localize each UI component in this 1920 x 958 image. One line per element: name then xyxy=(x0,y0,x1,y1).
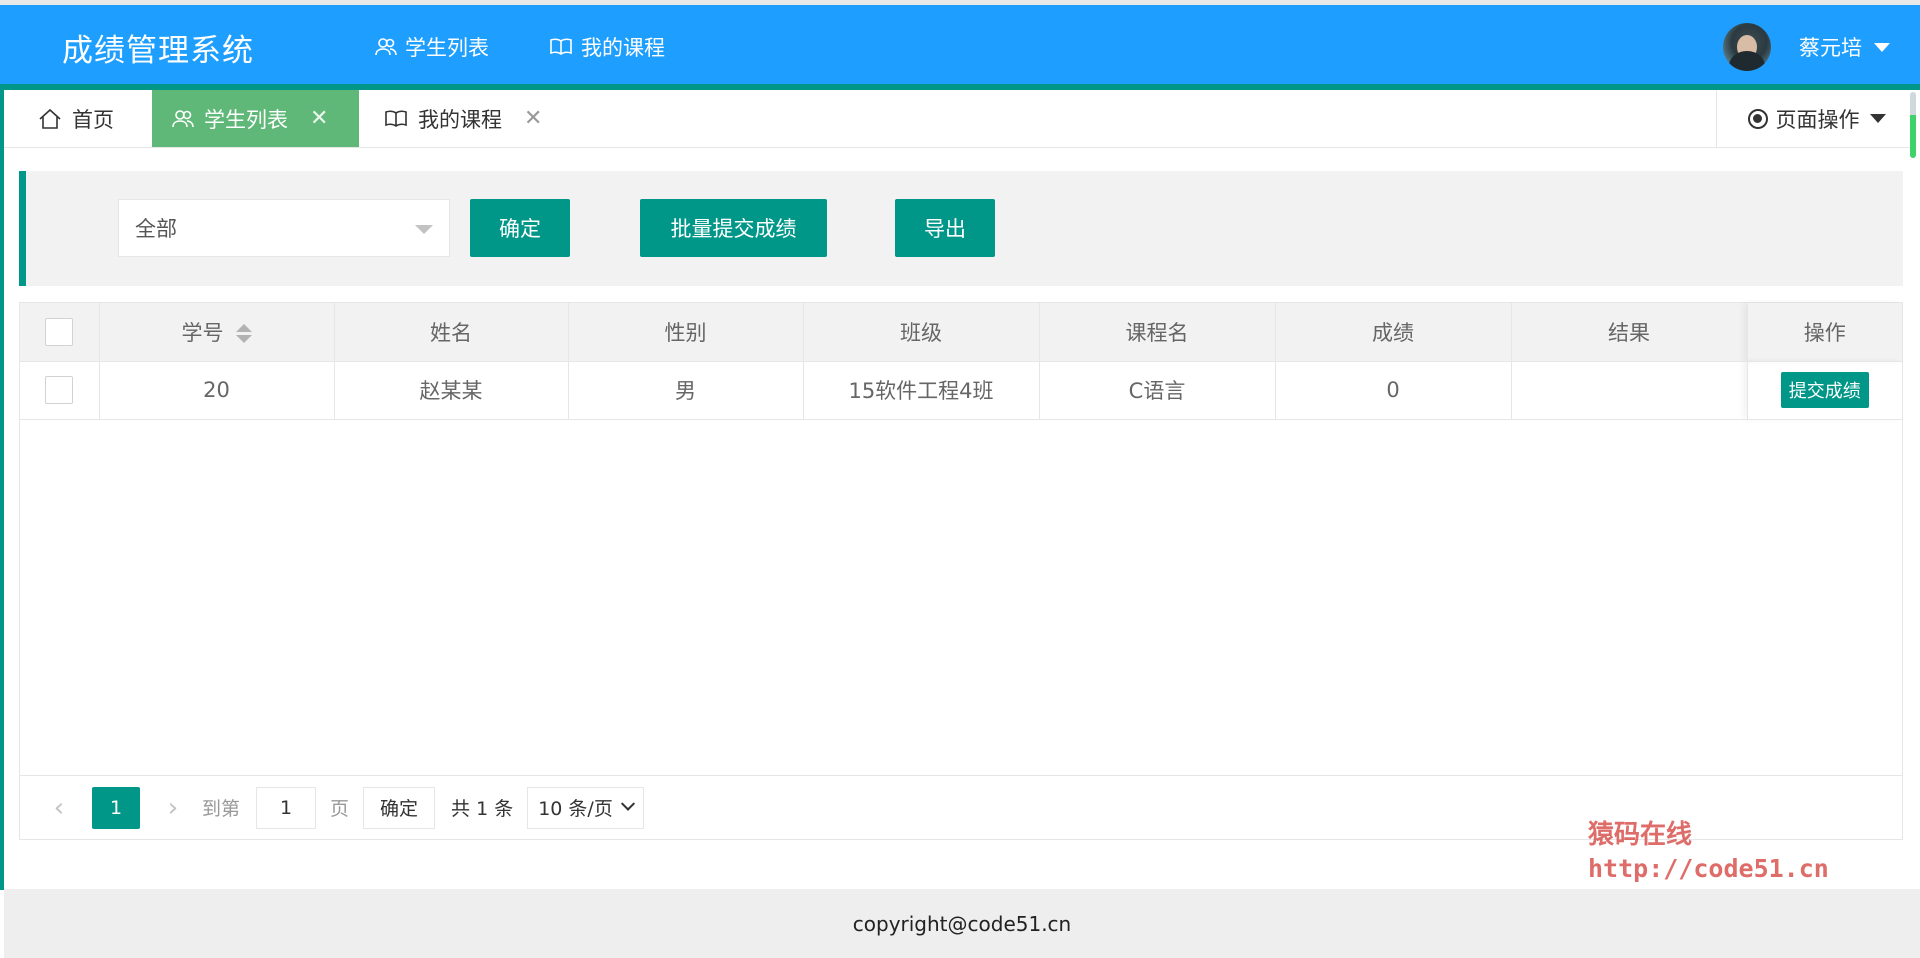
page-size-value: 10 条/页 xyxy=(538,798,613,820)
avatar[interactable] xyxy=(1723,23,1771,71)
page-current[interactable]: 1 xyxy=(92,786,140,829)
copyright-text: copyright@code51.cn xyxy=(852,911,1072,936)
app-logo: 成绩管理系统 xyxy=(62,33,254,69)
filter-toolbar: 全部 确定 批量提交成绩 导出 xyxy=(19,171,1903,286)
chevron-down-icon xyxy=(415,225,433,234)
table-header-row: 学号 姓名 性别 班级 课程名 成绩 结果 操作 xyxy=(20,303,1902,362)
tab-home[interactable]: 首页 xyxy=(18,90,154,147)
column-header-gender: 性别 xyxy=(568,303,804,362)
book-icon xyxy=(550,38,572,55)
caret-down-icon[interactable] xyxy=(1874,42,1890,52)
prev-page-icon[interactable]: ‹ xyxy=(44,793,74,823)
user-menu[interactable]: 蔡元培 xyxy=(1723,5,1890,89)
left-accent-bar xyxy=(0,90,4,890)
nav-item-my-courses[interactable]: 我的课程 xyxy=(519,5,695,89)
column-header-action: 操作 xyxy=(1747,303,1902,362)
header-checkbox-cell xyxy=(20,303,100,362)
column-header-class: 班级 xyxy=(803,303,1040,362)
filter-select[interactable]: 全部 xyxy=(118,199,450,257)
export-button[interactable]: 导出 xyxy=(895,199,995,257)
row-checkbox[interactable] xyxy=(45,376,74,404)
watermark-url: http://code51.cn xyxy=(1588,854,1829,883)
tab-bar: 首页 学生列表 ✕ 我的课程 ✕ 页面操作 xyxy=(4,90,1916,148)
column-header-label: 学号 xyxy=(181,320,224,345)
filter-select-value: 全部 xyxy=(135,217,177,241)
target-icon xyxy=(1747,108,1768,129)
scrollbar[interactable] xyxy=(1910,92,1916,158)
batch-submit-button[interactable]: 批量提交成绩 xyxy=(640,199,827,257)
chevron-down-icon xyxy=(620,796,635,811)
column-header-score: 成绩 xyxy=(1275,303,1512,362)
column-header-id[interactable]: 学号 xyxy=(99,303,335,362)
watermark-title: 猿码在线 xyxy=(1588,820,1693,850)
users-icon xyxy=(172,109,194,127)
tab-label: 学生列表 xyxy=(204,107,288,132)
cell-name: 赵某某 xyxy=(334,361,569,420)
book-icon xyxy=(385,110,407,127)
close-icon[interactable]: ✕ xyxy=(524,106,542,131)
goto-confirm-button[interactable]: 确定 xyxy=(363,786,436,829)
column-header-course: 课程名 xyxy=(1039,303,1276,362)
table-row: 20 赵某某 男 15软件工程4班 C语言 0 提交成绩 xyxy=(20,361,1902,420)
page-size-select[interactable]: 10 条/页 xyxy=(527,786,644,829)
select-all-checkbox[interactable] xyxy=(45,317,74,346)
top-header: 成绩管理系统 学生列表 我的课程 蔡元培 xyxy=(0,0,1920,90)
submit-score-button[interactable]: 提交成绩 xyxy=(1780,372,1869,408)
tab-label: 首页 xyxy=(72,107,114,132)
cell-score: 0 xyxy=(1275,361,1512,420)
cell-class: 15软件工程4班 xyxy=(803,361,1040,420)
close-icon[interactable]: ✕ xyxy=(310,106,328,131)
total-count: 共 1 条 xyxy=(451,798,514,820)
tab-label: 我的课程 xyxy=(418,107,502,132)
sort-icon[interactable] xyxy=(235,323,252,344)
row-checkbox-cell xyxy=(20,361,100,420)
caret-down-icon xyxy=(1869,114,1886,123)
cell-id: 20 xyxy=(99,361,335,420)
users-icon xyxy=(375,38,397,56)
confirm-button[interactable]: 确定 xyxy=(470,199,570,257)
watermark: 猿码在线 http://code51.cn xyxy=(1588,818,1829,886)
cell-action: 提交成绩 xyxy=(1747,361,1902,420)
page-operations-label: 页面操作 xyxy=(1775,107,1860,132)
column-header-name: 姓名 xyxy=(334,303,569,362)
user-name[interactable]: 蔡元培 xyxy=(1799,32,1862,62)
cell-gender: 男 xyxy=(568,361,804,420)
nav-item-student-list[interactable]: 学生列表 xyxy=(345,5,519,90)
page-operations-menu[interactable]: 页面操作 xyxy=(1716,90,1916,147)
home-icon xyxy=(39,108,61,129)
cell-course: C语言 xyxy=(1039,361,1276,420)
nav-item-label: 学生列表 xyxy=(405,36,489,60)
tab-my-courses[interactable]: 我的课程 ✕ xyxy=(364,90,564,147)
top-nav: 学生列表 我的课程 xyxy=(345,5,695,90)
data-table: 学号 姓名 性别 班级 课程名 成绩 结果 操作 20 赵某某 男 15软件工程… xyxy=(19,302,1903,840)
page-label: 页 xyxy=(330,798,350,820)
goto-label: 到第 xyxy=(202,798,241,820)
column-header-result: 结果 xyxy=(1511,303,1748,362)
next-page-icon[interactable]: › xyxy=(158,793,188,823)
goto-page-input[interactable]: 1 xyxy=(256,786,317,829)
cell-result xyxy=(1511,361,1748,420)
nav-item-label: 我的课程 xyxy=(581,36,665,60)
tab-student-list[interactable]: 学生列表 ✕ xyxy=(152,90,359,147)
footer: copyright@code51.cn xyxy=(4,889,1920,958)
